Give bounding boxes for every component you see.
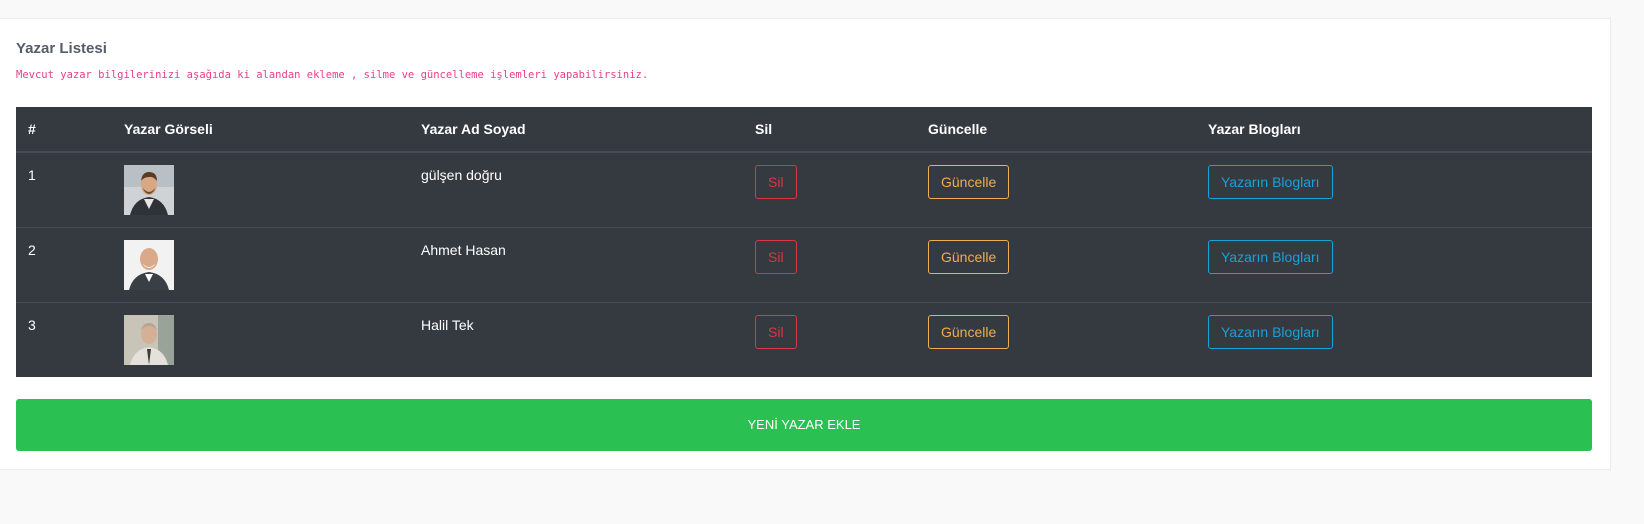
author-photo-icon [124,239,174,290]
author-list-card: Yazar Listesi Mevcut yazar bilgilerinizi… [0,18,1611,470]
delete-button[interactable]: Sil [755,239,797,274]
delete-button[interactable]: Sil [755,314,797,349]
add-author-button[interactable]: YENİ YAZAR EKLE [16,399,1592,451]
row-index: 2 [16,226,112,302]
update-button[interactable]: Güncelle [928,165,1010,199]
row-index: 1 [28,167,36,183]
update-button[interactable]: Güncelle [928,314,1010,349]
author-blogs-button[interactable]: Yazarın Blogları [1208,314,1333,349]
author-name: gülşen doğru [421,167,502,183]
update-button[interactable]: Güncelle [928,239,1010,274]
author-table-wrapper: # Yazar Görseli Yazar Ad Soyad Sil Günce… [16,107,1592,377]
author-blogs-button[interactable]: Yazarın Blogları [1208,239,1333,274]
card-description: Mevcut yazar bilgilerinizi aşağıda ki al… [16,69,649,81]
table-row: 2 Ahmet Hasan Sil Güncelle Yazarın Blogl… [16,226,1592,302]
table-row: 3 Halil Tek Sil Güncelle Yazarın Bloglar… [16,301,1592,377]
author-blogs-button[interactable]: Yazarın Blogları [1208,165,1333,199]
row-index: 3 [16,301,112,377]
header-author-blogs: Yazar Blogları [1196,107,1592,153]
header-author-name: Yazar Ad Soyad [409,107,743,153]
author-name: Halil Tek [409,301,743,377]
author-table: # Yazar Görseli Yazar Ad Soyad Sil Günce… [16,107,1592,377]
author-photo-icon [124,314,174,365]
header-author-image: Yazar Görseli [112,107,409,153]
author-name: Ahmet Hasan [409,226,743,302]
card-title: Yazar Listesi [16,40,107,57]
table-header-row: # Yazar Görseli Yazar Ad Soyad Sil Günce… [16,107,1592,153]
delete-button[interactable]: Sil [755,165,797,199]
header-delete: Sil [743,107,916,153]
header-update: Güncelle [916,107,1196,153]
header-index: # [16,107,112,153]
author-photo-icon [124,165,174,215]
table-row: 1 gülşen doğru Sil Güncelle Yazarın Blog… [16,152,1592,227]
